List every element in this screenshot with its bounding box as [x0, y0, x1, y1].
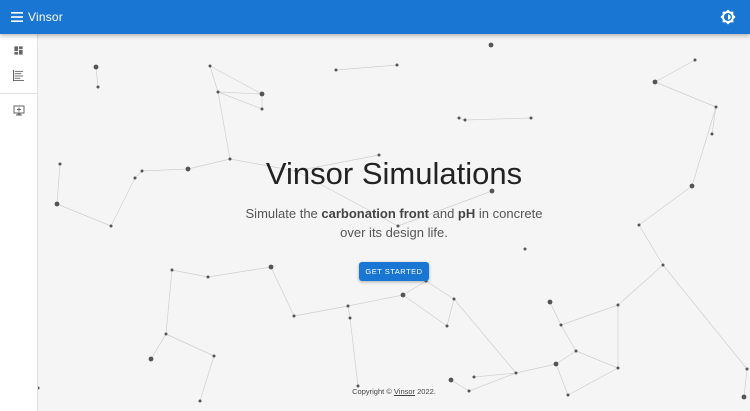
get-started-button[interactable]: GET STARTED	[359, 262, 429, 281]
dashboard-icon	[14, 46, 23, 55]
main-content: Vinsor Simulations Simulate the carbonat…	[38, 34, 750, 411]
hero-subtitle: Simulate the carbonation front and pH in…	[38, 204, 750, 242]
app-title: Vinsor	[28, 10, 63, 24]
nav-item-list[interactable]	[0, 63, 37, 88]
vinsor-link[interactable]: Vinsor	[394, 387, 415, 396]
subtitle-text: in concrete	[475, 206, 543, 221]
hero-section: Vinsor Simulations Simulate the carbonat…	[38, 34, 750, 411]
monitor-icon	[13, 105, 24, 116]
theme-toggle-button[interactable]	[720, 9, 736, 25]
subtitle-line-2: over its design life.	[340, 225, 448, 240]
nav-item-simulation[interactable]	[0, 98, 37, 123]
side-drawer	[0, 34, 38, 411]
app-bar: Vinsor	[0, 0, 750, 34]
subtitle-highlight-ph: pH	[457, 206, 476, 221]
drawer-divider	[0, 93, 37, 94]
nav-item-dashboard[interactable]	[0, 38, 37, 63]
brightness-icon	[720, 9, 736, 25]
subtitle-text: and	[429, 206, 458, 221]
subtitle-text: Simulate the	[245, 206, 322, 221]
list-icon	[13, 70, 24, 81]
copyright-suffix: 2022.	[415, 387, 436, 396]
copyright-prefix: Copyright ©	[352, 387, 394, 396]
menu-icon	[11, 12, 23, 22]
footer-copyright: Copyright © Vinsor 2022.	[38, 387, 750, 396]
menu-button[interactable]	[10, 10, 24, 24]
subtitle-highlight-carbonation: carbonation front	[321, 206, 429, 221]
hero-title: Vinsor Simulations	[265, 156, 523, 191]
